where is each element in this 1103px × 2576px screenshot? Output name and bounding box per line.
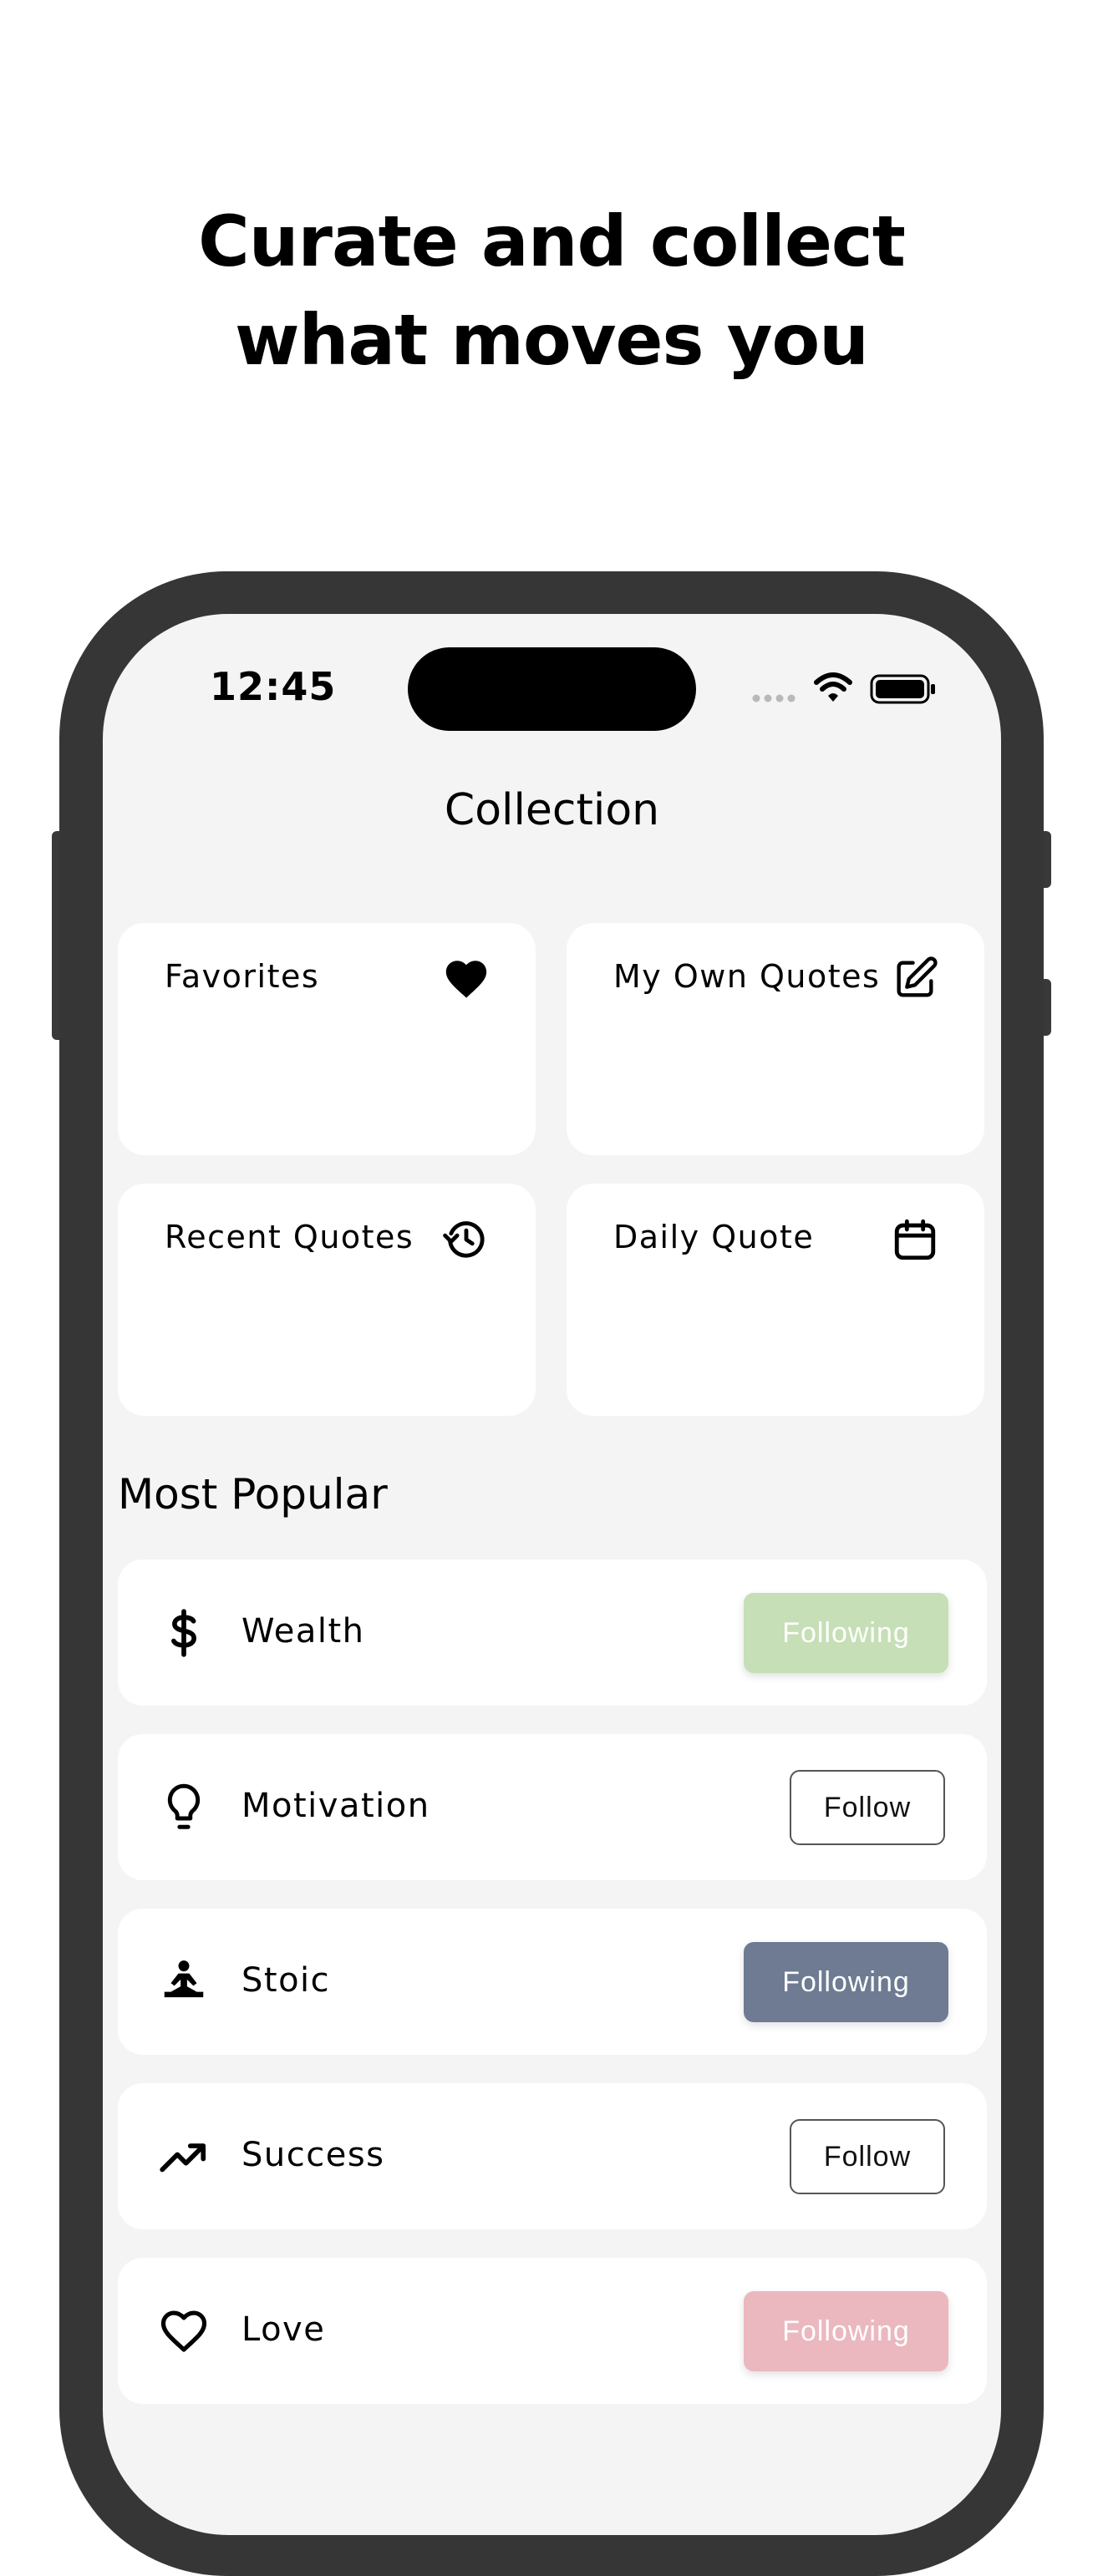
follow-button[interactable]: Follow (790, 1770, 945, 1845)
card-my-own-quotes-label: My Own Quotes (613, 958, 881, 995)
following-button[interactable]: Following (744, 1942, 948, 2022)
status-time: 12:45 (210, 664, 337, 709)
card-daily-quote[interactable]: Daily Quote (567, 1184, 984, 1416)
list-item-label: Wealth (241, 1612, 365, 1651)
calendar-icon (894, 1219, 936, 1260)
list-item-love[interactable]: Love Following (118, 2258, 987, 2404)
wifi-icon (814, 672, 852, 702)
meditation-icon (164, 1960, 204, 1998)
list-item-label: Success (241, 2136, 385, 2174)
heart-outline-icon (160, 2310, 207, 2352)
following-button[interactable]: Following (744, 1593, 948, 1673)
cellular-signal-icon (752, 694, 795, 702)
dollar-icon (171, 1609, 196, 1657)
lightbulb-icon (167, 1783, 201, 1829)
card-recent-quotes-label: Recent Quotes (165, 1219, 414, 1255)
list-item-stoic[interactable]: Stoic Following (118, 1909, 987, 2055)
follow-button[interactable]: Follow (790, 2119, 945, 2194)
battery-icon (870, 674, 935, 704)
card-daily-quote-label: Daily Quote (613, 1219, 815, 1255)
section-title-most-popular: Most Popular (118, 1470, 388, 1519)
card-my-own-quotes[interactable]: My Own Quotes (567, 923, 984, 1155)
following-button[interactable]: Following (744, 2291, 948, 2371)
list-item-label: Stoic (241, 1961, 331, 2000)
dynamic-island (408, 647, 696, 731)
page-title: Collection (444, 785, 660, 835)
trending-up-icon (160, 2143, 206, 2173)
edit-icon (897, 956, 938, 997)
card-recent-quotes[interactable]: Recent Quotes (118, 1184, 536, 1416)
list-item-label: Love (241, 2310, 326, 2349)
card-favorites-label: Favorites (165, 958, 320, 995)
headline-line-2: what moves you (235, 299, 869, 381)
phone-screen: 12:45 Collection Favorites My Own Quotes… (103, 614, 1001, 2535)
card-favorites[interactable]: Favorites (118, 923, 536, 1155)
heart-filled-icon (445, 961, 487, 998)
history-icon (443, 1221, 485, 1258)
list-item-label: Motivation (241, 1787, 430, 1825)
headline: Curate and collect what moves you (0, 192, 1103, 389)
list-item-motivation[interactable]: Motivation Follow (118, 1734, 987, 1880)
list-item-success[interactable]: Success Follow (118, 2083, 987, 2229)
list-item-wealth[interactable]: Wealth Following (118, 1559, 987, 1706)
headline-line-1: Curate and collect (198, 200, 906, 282)
